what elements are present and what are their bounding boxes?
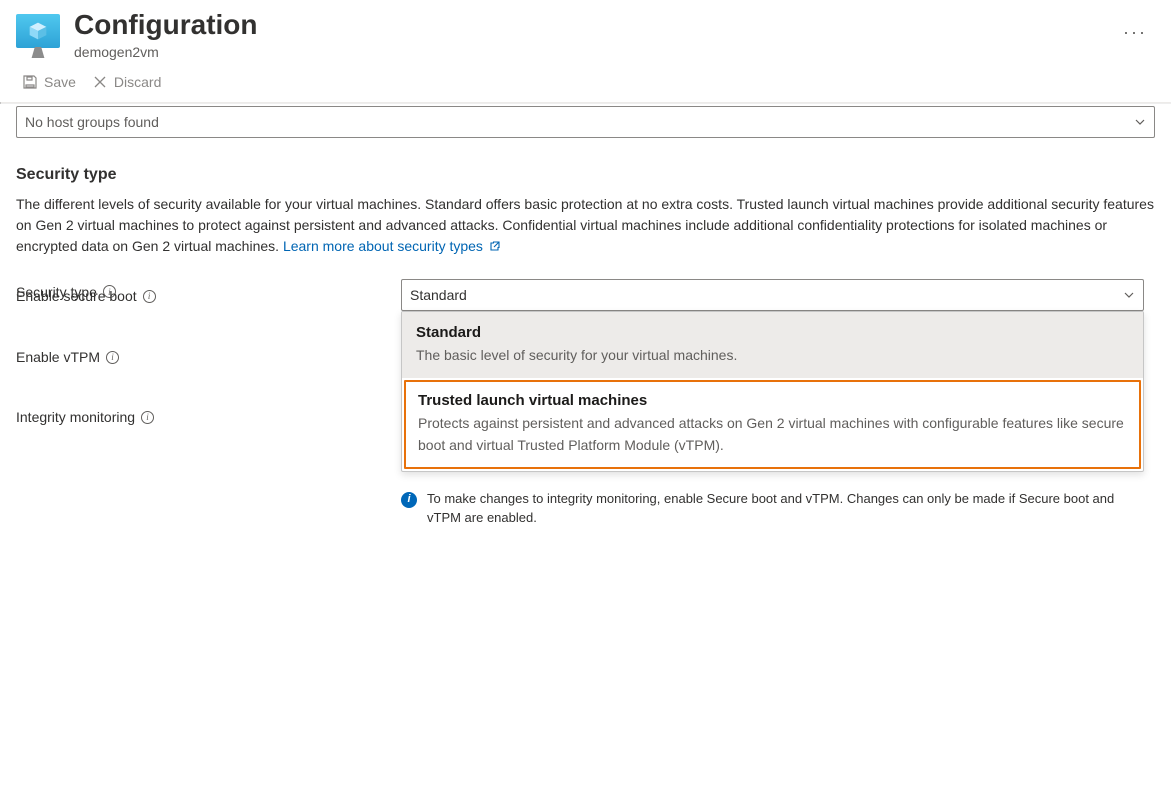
- close-icon: [92, 74, 108, 90]
- more-actions-button[interactable]: ···: [1115, 8, 1155, 57]
- security-type-heading: Security type: [16, 166, 1155, 184]
- save-icon: [22, 74, 38, 90]
- integrity-monitoring-label: Integrity monitoring i: [16, 404, 401, 425]
- chevron-down-icon: [1123, 289, 1135, 301]
- vm-icon: [16, 14, 60, 58]
- save-button[interactable]: Save: [16, 70, 82, 94]
- page-title: Configuration: [74, 8, 1101, 42]
- page-header: Configuration demogen2vm ···: [0, 0, 1171, 64]
- external-link-icon: [489, 240, 501, 252]
- security-type-row: Security type i Standard Standard The ba…: [16, 279, 1155, 528]
- info-icon[interactable]: i: [143, 290, 156, 303]
- option-standard[interactable]: Standard The basic level of security for…: [402, 312, 1143, 379]
- security-type-description: The different levels of security availab…: [16, 194, 1155, 257]
- option-standard-title: Standard: [416, 324, 1129, 341]
- option-trusted-launch[interactable]: Trusted launch virtual machines Protects…: [404, 380, 1141, 468]
- save-label: Save: [44, 74, 76, 90]
- info-icon[interactable]: i: [106, 351, 119, 364]
- discard-label: Discard: [114, 74, 161, 90]
- host-group-value: No host groups found: [25, 114, 159, 130]
- integrity-hint-text: To make changes to integrity monitoring,…: [427, 490, 1144, 528]
- option-trusted-desc: Protects against persistent and advanced…: [418, 413, 1127, 456]
- info-solid-icon: i: [401, 492, 417, 508]
- option-trusted-title: Trusted launch virtual machines: [418, 392, 1127, 409]
- cube-icon: [28, 21, 48, 41]
- chevron-down-icon: [1134, 116, 1146, 128]
- info-icon[interactable]: i: [141, 411, 154, 424]
- title-block: Configuration demogen2vm: [74, 8, 1101, 60]
- security-type-value: Standard: [410, 287, 467, 303]
- host-group-select[interactable]: No host groups found: [16, 106, 1155, 138]
- discard-button[interactable]: Discard: [86, 70, 167, 94]
- page-subtitle: demogen2vm: [74, 44, 1101, 60]
- option-standard-desc: The basic level of security for your vir…: [416, 345, 1129, 367]
- security-type-select[interactable]: Standard: [401, 279, 1144, 311]
- toolbar: Save Discard: [0, 64, 1171, 102]
- secure-boot-label: Enable secure boot i: [16, 283, 401, 304]
- integrity-monitoring-hint: i To make changes to integrity monitorin…: [401, 490, 1144, 528]
- vtpm-label: Enable vTPM i: [16, 344, 401, 365]
- learn-more-link[interactable]: Learn more about security types: [283, 238, 501, 254]
- security-type-dropdown: Standard The basic level of security for…: [401, 311, 1144, 472]
